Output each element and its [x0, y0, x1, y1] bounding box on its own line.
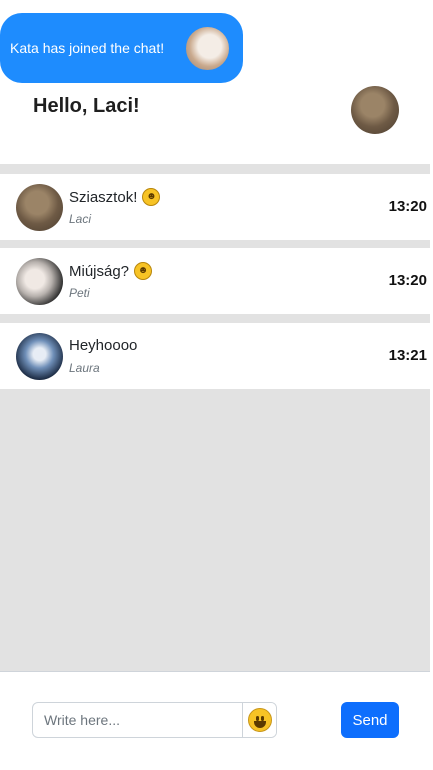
message-item: Sziasztok! ☻ Laci 13:20 [0, 174, 430, 240]
message-time: 13:20 [388, 272, 427, 289]
grinning-face-emoji: ☻ [142, 188, 161, 206]
emoji-picker-button[interactable] [242, 703, 276, 737]
message-author: Peti [69, 286, 90, 300]
message-text: Sziasztok! [69, 188, 138, 206]
joined-user-avatar [184, 25, 231, 72]
join-notification: Kata has joined the chat! [0, 13, 243, 83]
message-text: Heyhoooo [69, 337, 138, 354]
message-text: Miújság? [69, 262, 130, 280]
rolling-on-floor-laughing-emoji: ☻ [134, 262, 153, 280]
message-content: Sziasztok! ☻ [69, 188, 161, 206]
message-list[interactable]: Sziasztok! ☻ Laci 13:20 Miújság? ☻ Peti … [0, 164, 430, 671]
message-author: Laura [69, 361, 100, 375]
message-composer [32, 702, 277, 738]
smiley-emoji-icon [247, 708, 272, 732]
author-avatar [16, 258, 63, 305]
message-time: 13:21 [388, 347, 427, 364]
message-time: 13:20 [388, 198, 427, 215]
message-item: Heyhoooo Laura 13:21 [0, 323, 430, 389]
greeting-title: Hello, Laci! [33, 95, 140, 117]
author-avatar [16, 184, 63, 231]
footer-divider [0, 671, 430, 672]
send-button[interactable]: Send [341, 702, 399, 738]
message-item: Miújság? ☻ Peti 13:20 [0, 248, 430, 314]
message-content: Miújság? ☻ [69, 262, 153, 280]
author-avatar [16, 333, 63, 380]
message-content: Heyhoooo [69, 337, 137, 354]
join-notification-text: Kata has joined the chat! [10, 40, 165, 56]
message-input[interactable] [33, 703, 242, 737]
current-user-avatar[interactable] [351, 86, 399, 134]
message-author: Laci [69, 212, 92, 226]
